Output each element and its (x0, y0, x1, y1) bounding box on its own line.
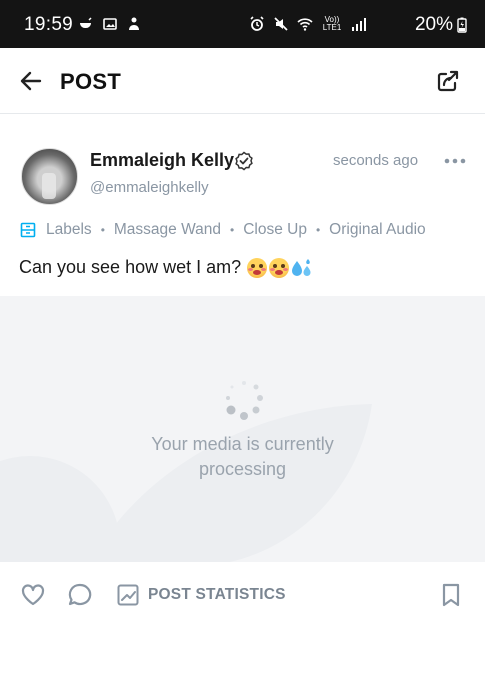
wifi-icon (297, 18, 313, 31)
comment-icon[interactable] (67, 582, 93, 608)
separator-dot: • (100, 223, 105, 237)
heart-icon[interactable] (20, 582, 46, 608)
label-tag[interactable]: Original Audio (329, 221, 426, 239)
status-time: 19:59 (24, 14, 74, 35)
post-statistics-label: POST STATISTICS (148, 586, 286, 603)
back-arrow-icon[interactable] (18, 68, 44, 94)
page-title: POST (60, 69, 122, 94)
post-actions: POST STATISTICS (0, 562, 485, 624)
signal-icon (352, 18, 366, 31)
label-tag[interactable]: Close Up (243, 221, 307, 239)
avatar[interactable] (21, 148, 78, 205)
mute-icon (274, 17, 288, 31)
battery-percent: 20% (414, 14, 453, 35)
labels-icon (20, 222, 36, 238)
post-timestamp: seconds ago (333, 152, 419, 169)
avatar-image (42, 173, 56, 199)
author-handle[interactable]: @emmaleighkelly (90, 179, 209, 196)
media-placeholder: Your media is currently processing (0, 296, 485, 562)
gallery-icon (103, 18, 117, 30)
processing-line-2: processing (198, 459, 287, 479)
verified-badge-icon (235, 151, 253, 171)
loading-spinner-icon (226, 381, 263, 420)
separator-dot: • (315, 223, 321, 237)
labels-title[interactable]: Labels (46, 221, 92, 239)
post-text: Can you see how wet I am? (19, 257, 242, 277)
battery-charging-icon (457, 17, 467, 33)
flushed-face-emoji-icon (269, 257, 290, 278)
volte-label: Vo)) LTE1 (322, 15, 342, 32)
more-options-icon[interactable] (444, 157, 466, 165)
label-tag[interactable]: Massage Wand (114, 221, 221, 239)
notification-icons (78, 16, 142, 32)
separator-dot: • (230, 223, 235, 237)
processing-line-1: Your media is currently (151, 434, 334, 454)
post-statistics-button[interactable]: POST STATISTICS (116, 582, 286, 608)
processing-message: Your media is currently processing (0, 432, 485, 482)
author-name[interactable]: Emmaleigh Kelly (90, 150, 234, 171)
system-icons: Vo)) LTE1 (249, 16, 367, 32)
cup-icon (79, 17, 92, 29)
app-header: POST (0, 48, 485, 114)
share-icon[interactable] (435, 68, 461, 94)
bookmark-icon[interactable] (439, 582, 463, 608)
labels-row: Labels • Massage Wand • Close Up • Origi… (20, 220, 426, 240)
flushed-face-emoji-icon (247, 257, 268, 278)
person-icon (129, 17, 139, 30)
post-body: Can you see how wet I am? (19, 257, 313, 278)
sweat-droplets-emoji-icon (292, 258, 311, 276)
alarm-icon (250, 16, 264, 31)
status-bar: 19:59 Vo)) LTE1 20% (0, 0, 485, 48)
statistics-chart-icon (117, 584, 139, 606)
background-watermark (0, 404, 372, 562)
